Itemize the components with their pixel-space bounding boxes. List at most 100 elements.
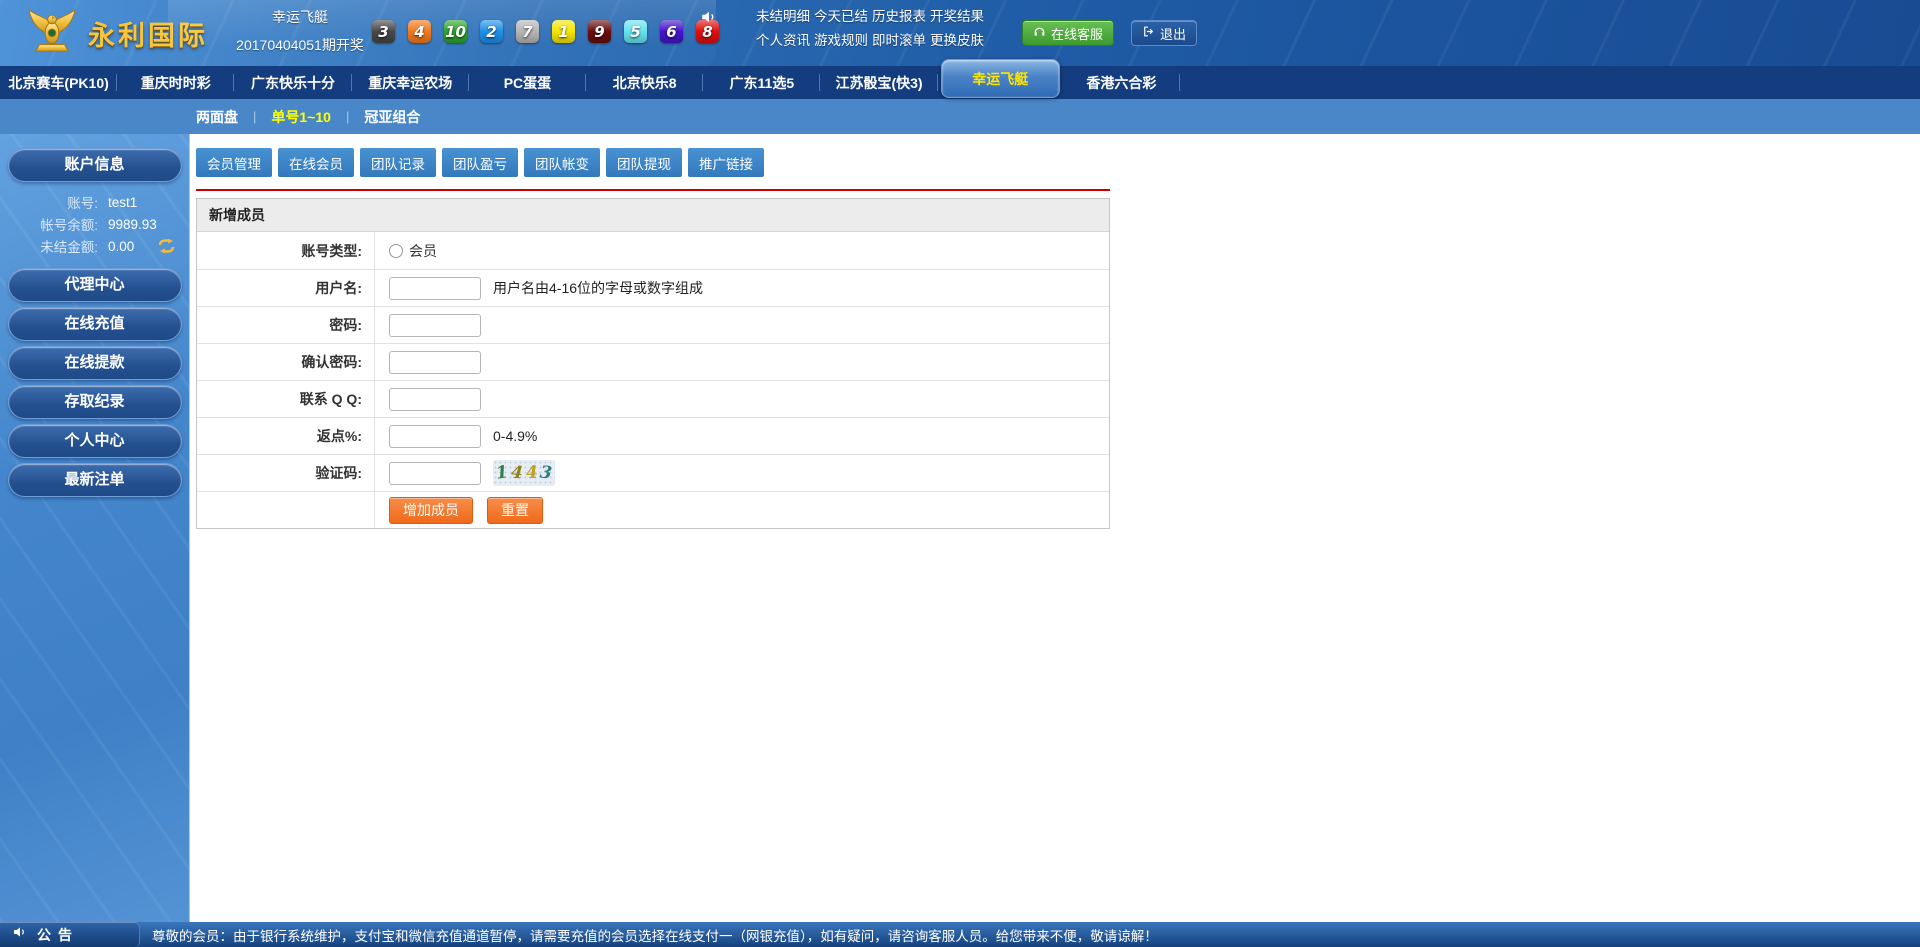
reset-button[interactable]: 重置 — [487, 496, 543, 524]
captcha-row: 验证码: 1 4 4 3 — [197, 454, 1109, 491]
tab-member-management[interactable]: 会员管理 — [196, 148, 272, 177]
nav-tab-jssb[interactable]: 江苏骰宝(快3) — [820, 66, 938, 99]
captcha-image[interactable]: 1 4 4 3 — [493, 460, 555, 486]
sidebar-item-online-withdraw[interactable]: 在线提款 — [7, 346, 182, 380]
announcement-label: 公告 — [37, 926, 79, 943]
lottery-ball: 10 — [444, 20, 467, 43]
online-service-label: 在线客服 — [1051, 26, 1104, 42]
tab-team-profit-loss[interactable]: 团队盈亏 — [442, 148, 518, 177]
captcha-digit: 1 — [494, 462, 509, 484]
sidebar-item-latest-bets[interactable]: 最新注单 — [7, 463, 182, 497]
captcha-label: 验证码: — [197, 455, 375, 491]
lottery-ball: 5 — [624, 20, 647, 43]
account-type-label: 账号类型: — [197, 232, 375, 269]
logout-icon — [1142, 25, 1155, 41]
confirm-password-row: 确认密码: — [197, 343, 1109, 380]
nav-tab-bjkl8[interactable]: 北京快乐8 — [586, 66, 704, 99]
lottery-ball: 2 — [480, 20, 503, 43]
rebate-row: 返点%: 0-4.9% — [197, 417, 1109, 454]
confirm-password-input[interactable] — [389, 350, 481, 374]
form-actions-row: 增加成员 重置 — [197, 491, 1109, 528]
add-member-form: 新增成员 账号类型: 会员 用户名: 用户名由4-16位的字母或数字组成 密码: — [196, 198, 1110, 529]
header-bar: 永利国际 幸运飞艇 20170404051期开奖 3 4 10 2 7 1 9 … — [0, 0, 1920, 66]
sidebar-menu: 代理中心 在线充值 在线提款 存取纪录 个人中心 最新注单 — [0, 268, 189, 497]
tab-team-account-changes[interactable]: 团队帐变 — [524, 148, 600, 177]
menu-unsettled-detail[interactable]: 未结明细 — [756, 5, 810, 25]
red-divider — [196, 189, 1110, 191]
username-hint: 用户名由4-16位的字母或数字组成 — [493, 280, 704, 296]
rebate-input[interactable] — [389, 424, 481, 448]
nav-tab-bjpk10[interactable]: 北京赛车(PK10) — [0, 66, 118, 99]
nav-tab-gd11x5[interactable]: 广东11选5 — [703, 66, 821, 99]
agent-tabs: 会员管理 在线会员 团队记录 团队盈亏 团队帐变 团队提现 推广链接 — [196, 148, 1920, 177]
sidebar-item-personal-center[interactable]: 个人中心 — [7, 424, 182, 458]
username-input[interactable] — [389, 276, 481, 300]
sidebar-item-transaction-records[interactable]: 存取纪录 — [7, 385, 182, 419]
account-info-panel: 账号: test1 帐号余额: 9989.93 未结金额: 0.00 — [0, 194, 189, 255]
subnav-separator: | — [253, 109, 257, 124]
announcement-badge: 公告 — [0, 922, 140, 947]
balance-row: 帐号余额: 9989.93 — [0, 216, 189, 234]
nav-tab-hklhc[interactable]: 香港六合彩 — [1063, 66, 1181, 99]
tab-team-withdrawals[interactable]: 团队提现 — [606, 148, 682, 177]
nav-tab-cqxync[interactable]: 重庆幸运农场 — [352, 66, 470, 99]
sidebar-item-online-deposit[interactable]: 在线充值 — [7, 307, 182, 341]
subnav-single-1-10[interactable]: 单号1~10 — [271, 107, 331, 127]
main-nav-tabs: 北京赛车(PK10) 重庆时时彩 广东快乐十分 重庆幸运农场 PC蛋蛋 北京快乐… — [0, 59, 1181, 99]
rebate-label: 返点%: — [197, 418, 375, 454]
menu-settled-today[interactable]: 今天已结 — [814, 5, 868, 25]
nav-tab-gdklsf[interactable]: 广东快乐十分 — [234, 66, 352, 99]
tab-online-members[interactable]: 在线会员 — [278, 148, 354, 177]
captcha-digit: 3 — [539, 462, 554, 484]
sidebar-item-account-info[interactable]: 账户信息 — [7, 148, 182, 182]
sound-icon[interactable] — [700, 8, 718, 31]
password-input[interactable] — [389, 313, 481, 337]
form-title: 新增成员 — [197, 199, 1109, 232]
main-nav-bar: 北京赛车(PK10) 重庆时时彩 广东快乐十分 重庆幸运农场 PC蛋蛋 北京快乐… — [0, 59, 1920, 99]
password-label: 密码: — [197, 307, 375, 343]
account-label: 账号: — [67, 196, 98, 211]
subnav-champion-combo[interactable]: 冠亚组合 — [364, 107, 420, 127]
eagle-logo-icon — [26, 4, 78, 63]
menu-personal-info[interactable]: 个人资讯 — [756, 29, 810, 49]
qq-label: 联系 Q Q: — [197, 381, 375, 417]
headset-icon — [1033, 25, 1046, 41]
draw-issue: 20170404051期开奖 — [236, 37, 364, 53]
unsettled-label: 未结金额: — [40, 240, 98, 255]
unsettled-value: 0.00 — [108, 238, 135, 254]
nav-tab-xyft-active[interactable]: 幸运飞艇 — [940, 59, 1060, 98]
draw-info: 幸运飞艇 20170404051期开奖 — [233, 7, 367, 55]
unsettled-row: 未结金额: 0.00 — [0, 238, 189, 255]
online-service-button[interactable]: 在线客服 — [1022, 20, 1115, 46]
menu-game-rules[interactable]: 游戏规则 — [814, 29, 868, 49]
captcha-input[interactable] — [389, 461, 481, 485]
page-body: 账户信息 账号: test1 帐号余额: 9989.93 未结金额: 0.00 — [0, 134, 1920, 922]
refresh-balance-icon[interactable] — [158, 239, 175, 253]
balance-label: 帐号余额: — [40, 218, 98, 233]
rebate-hint: 0-4.9% — [493, 428, 538, 444]
add-member-button[interactable]: 增加成员 — [389, 496, 473, 524]
nav-tab-pcdd[interactable]: PC蛋蛋 — [469, 66, 587, 99]
actions-empty-label — [197, 492, 375, 528]
member-radio[interactable] — [389, 243, 403, 258]
qq-row: 联系 Q Q: — [197, 380, 1109, 417]
account-value: test1 — [108, 194, 138, 210]
captcha-digit: 4 — [524, 462, 539, 484]
menu-change-skin[interactable]: 更换皮肤 — [930, 29, 984, 49]
nav-tab-cqssc[interactable]: 重庆时时彩 — [117, 66, 235, 99]
tab-team-records[interactable]: 团队记录 — [360, 148, 436, 177]
qq-input[interactable] — [389, 387, 481, 411]
username-row: 用户名: 用户名由4-16位的字母或数字组成 — [197, 269, 1109, 306]
tab-promo-link[interactable]: 推广链接 — [688, 148, 764, 177]
menu-live-orders[interactable]: 即时滚单 — [872, 29, 926, 49]
draw-result-balls: 3 4 10 2 7 1 9 5 6 8 — [372, 20, 719, 43]
header-menu: 未结明细 今天已结 历史报表 开奖结果 个人资讯 游戏规则 即时滚单 更换皮肤 — [756, 5, 984, 49]
lottery-ball: 1 — [552, 20, 575, 43]
subnav-separator: | — [345, 109, 350, 124]
sidebar-item-agent-center[interactable]: 代理中心 — [7, 268, 182, 302]
menu-history-report[interactable]: 历史报表 — [872, 5, 926, 25]
menu-draw-results[interactable]: 开奖结果 — [930, 5, 984, 25]
logout-button[interactable]: 退出 — [1131, 20, 1198, 46]
confirm-password-label: 确认密码: — [197, 344, 375, 380]
subnav-two-sides[interactable]: 两面盘 — [196, 107, 238, 127]
